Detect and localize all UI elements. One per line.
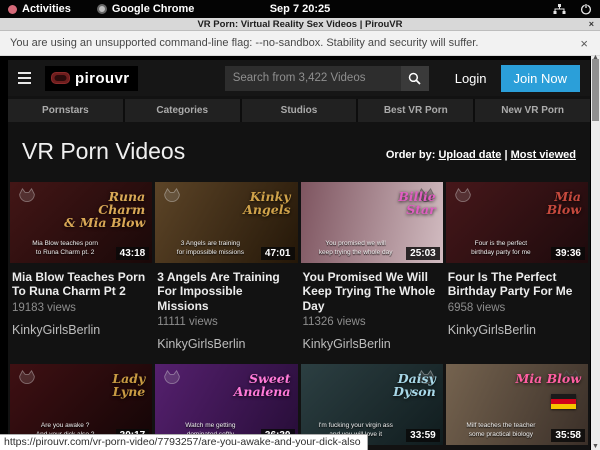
- thumb-overlay-title: Daisy Dyson: [331, 372, 436, 398]
- window-close-button[interactable]: ×: [589, 18, 594, 31]
- login-link[interactable]: Login: [455, 71, 487, 86]
- video-thumbnail[interactable]: Mia Blow Milf teaches the teacher some p…: [446, 364, 588, 445]
- video-duration: 35:58: [551, 429, 585, 442]
- thumb-overlay-title: Billie Star: [331, 190, 436, 216]
- search-button[interactable]: [401, 66, 429, 91]
- order-by-most-viewed-link[interactable]: Most viewed: [511, 149, 576, 161]
- nav-item-best-vr-porn[interactable]: Best VR Porn: [358, 99, 473, 122]
- power-icon[interactable]: [580, 3, 592, 15]
- video-duration: 43:18: [116, 247, 150, 260]
- video-card: Kinky Angels 3 Angels are training for i…: [155, 182, 297, 351]
- vr-headset-icon: [51, 72, 70, 84]
- thumb-overlay-caption: 3 Angels are training for impossible mis…: [159, 239, 261, 259]
- site-header: pirouvr Login Join Now: [8, 60, 590, 96]
- studio-cat-mask-icon: [16, 368, 38, 390]
- scrollbar-thumb[interactable]: [592, 59, 599, 121]
- site-logo[interactable]: pirouvr: [45, 66, 138, 91]
- video-card: Mia Blow Milf teaches the teacher some p…: [446, 364, 588, 450]
- video-thumbnail[interactable]: Runa Charm & Mia Blow Mia Blow teaches p…: [10, 182, 152, 263]
- window-title: VR Porn: Virtual Reality Sex Videos | Pi…: [197, 19, 402, 30]
- order-by-upload-date-link[interactable]: Upload date: [438, 149, 501, 161]
- browser-viewport: pirouvr Login Join Now: [0, 56, 600, 450]
- search-input[interactable]: [225, 66, 401, 91]
- thumb-overlay-title: Mia Blow: [476, 190, 581, 216]
- studio-cat-mask-icon: [161, 368, 183, 390]
- video-studio-link[interactable]: KinkyGirlsBerlin: [157, 337, 295, 351]
- video-views: 11326 views: [303, 316, 441, 328]
- order-by-label: Order by:: [386, 149, 436, 161]
- video-card: Billie Star You promised we will keep tr…: [301, 182, 443, 351]
- video-thumbnail[interactable]: Mia Blow Four is the perfect birthday pa…: [446, 182, 588, 263]
- page-scrollbar[interactable]: ▲ ▼: [591, 56, 600, 450]
- thumb-overlay-title: Runa Charm & Mia Blow: [40, 190, 145, 229]
- status-bar-url: https://pirouvr.com/vr-porn-video/779325…: [0, 434, 368, 450]
- video-studio-link[interactable]: KinkyGirlsBerlin: [12, 323, 150, 337]
- site-logo-text: pirouvr: [75, 70, 129, 87]
- join-now-button[interactable]: Join Now: [501, 65, 580, 92]
- page-title: VR Porn Videos: [22, 138, 185, 165]
- infobar-close-button[interactable]: ×: [580, 37, 588, 50]
- search-icon: [408, 72, 421, 85]
- studio-cat-mask-icon: [452, 186, 474, 208]
- video-thumbnail[interactable]: Billie Star You promised we will keep tr…: [301, 182, 443, 263]
- video-grid: Runa Charm & Mia Blow Mia Blow teaches p…: [10, 182, 588, 450]
- video-studio-link[interactable]: KinkyGirlsBerlin: [303, 337, 441, 351]
- video-duration: 47:01: [261, 247, 295, 260]
- window-title-bar: VR Porn: Virtual Reality Sex Videos | Pi…: [0, 18, 600, 31]
- german-flag-icon: [551, 394, 576, 409]
- thumb-overlay-caption: Milf teaches the teacher some practical …: [450, 421, 552, 441]
- menu-hamburger-icon[interactable]: [18, 72, 31, 85]
- thumb-overlay-caption: Four is the perfect birthday party for m…: [450, 239, 552, 259]
- main-nav: Pornstars Categories Studios Best VR Por…: [8, 99, 590, 122]
- video-views: 6958 views: [448, 302, 586, 314]
- nav-item-categories[interactable]: Categories: [125, 99, 240, 122]
- thumb-overlay-title: Kinky Angels: [185, 190, 290, 216]
- video-title[interactable]: Mia Blow Teaches Porn To Runa Charm Pt 2: [12, 270, 150, 299]
- chrome-infobar: You are using an unsupported command-lin…: [0, 31, 600, 56]
- order-by-separator: |: [504, 149, 507, 161]
- video-duration: 39:36: [551, 247, 585, 260]
- video-thumbnail[interactable]: Kinky Angels 3 Angels are training for i…: [155, 182, 297, 263]
- video-title[interactable]: 3 Angels Are Training For Impossible Mis…: [157, 270, 295, 313]
- infobar-message: You are using an unsupported command-lin…: [10, 37, 478, 49]
- video-duration: 33:59: [406, 429, 440, 442]
- video-card: Runa Charm & Mia Blow Mia Blow teaches p…: [10, 182, 152, 351]
- studio-cat-mask-icon: [16, 186, 38, 208]
- video-views: 19183 views: [12, 302, 150, 314]
- thumb-overlay-title: Sweet Analena: [185, 372, 290, 398]
- thumb-overlay-title: Lady Lyne: [40, 372, 145, 398]
- nav-item-studios[interactable]: Studios: [242, 99, 357, 122]
- screen: Activities Google Chrome Sep 7 20:25: [0, 0, 600, 450]
- video-duration: 25:03: [406, 247, 440, 260]
- video-views: 11111 views: [157, 316, 295, 328]
- studio-cat-mask-icon: [161, 186, 183, 208]
- order-by-controls: Order by: Upload date | Most viewed: [386, 149, 576, 165]
- video-card: Mia Blow Four is the perfect birthday pa…: [446, 182, 588, 351]
- network-icon[interactable]: [553, 4, 566, 15]
- scrollbar-down-arrow[interactable]: ▼: [591, 443, 600, 450]
- thumb-overlay-title: Mia Blow: [476, 372, 581, 385]
- search-bar: [225, 66, 429, 91]
- video-title[interactable]: Four Is The Perfect Birthday Party For M…: [448, 270, 586, 299]
- thumb-overlay-caption: Mia Blow teaches porn to Runa Charm pt. …: [14, 239, 116, 259]
- video-title[interactable]: You Promised We Will Keep Trying The Who…: [303, 270, 441, 313]
- nav-item-pornstars[interactable]: Pornstars: [8, 99, 123, 122]
- clock[interactable]: Sep 7 20:25: [0, 3, 600, 15]
- nav-item-new-vr-porn[interactable]: New VR Porn: [475, 99, 590, 122]
- thumb-overlay-caption: You promised we will keep trying the who…: [305, 239, 407, 259]
- system-top-bar: Activities Google Chrome Sep 7 20:25: [0, 0, 600, 18]
- site-container: pirouvr Login Join Now: [8, 60, 590, 450]
- video-studio-link[interactable]: KinkyGirlsBerlin: [448, 323, 586, 337]
